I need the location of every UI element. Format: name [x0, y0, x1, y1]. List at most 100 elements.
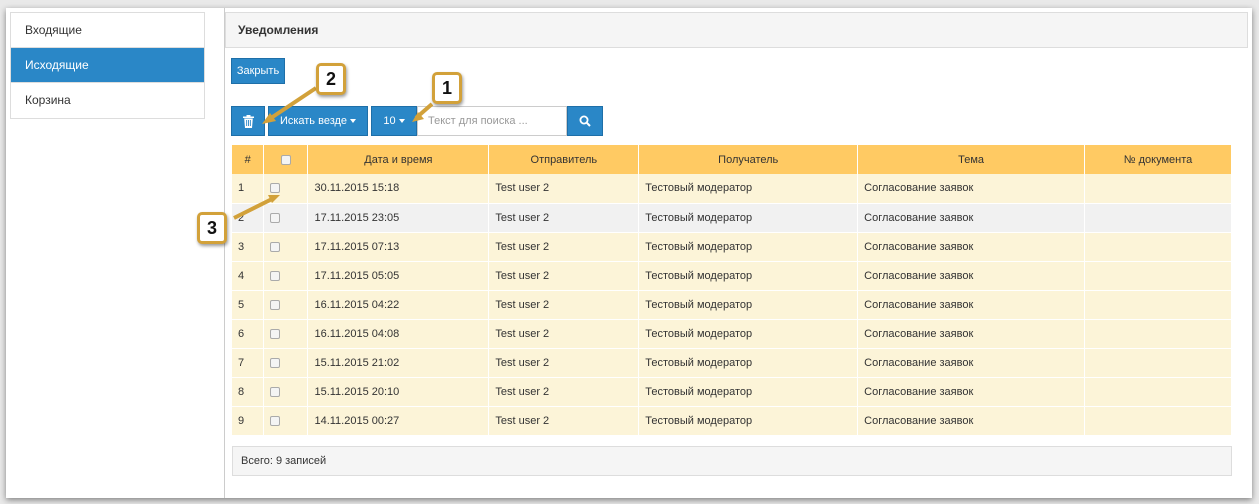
sidebar-item-outbox[interactable]: Исходящие — [11, 48, 204, 83]
row-sender: Test user 2 — [488, 319, 640, 349]
row-checkbox[interactable] — [270, 270, 281, 281]
col-index: # — [232, 145, 265, 174]
select-all-checkbox[interactable] — [280, 154, 291, 165]
row-doc-number — [1084, 232, 1232, 262]
table-row[interactable]: 7 15.11.2015 21:02 Test user 2 Тестовый … — [232, 348, 1232, 378]
row-subject: Согласование заявок — [857, 261, 1086, 291]
row-recipient: Тестовый модератор — [638, 406, 859, 436]
row-checkbox[interactable] — [270, 357, 281, 368]
row-checkbox[interactable] — [270, 241, 281, 252]
table-row[interactable]: 6 16.11.2015 04:08 Test user 2 Тестовый … — [232, 319, 1232, 349]
row-select-cell — [263, 232, 309, 262]
row-doc-number — [1084, 348, 1232, 378]
table-header-row: # Дата и время Отправитель Получатель Те… — [232, 145, 1232, 174]
row-recipient: Тестовый модератор — [638, 232, 859, 262]
row-recipient: Тестовый модератор — [638, 290, 859, 320]
row-doc-number — [1084, 406, 1232, 436]
row-doc-number — [1084, 261, 1232, 291]
row-recipient: Тестовый модератор — [638, 203, 859, 233]
table-row[interactable]: 3 17.11.2015 07:13 Test user 2 Тестовый … — [232, 232, 1232, 262]
page-size-dropdown[interactable]: 10 — [371, 106, 417, 136]
notifications-table: # Дата и время Отправитель Получатель Те… — [232, 145, 1232, 436]
row-subject: Согласование заявок — [857, 319, 1086, 349]
search-scope-dropdown[interactable]: Искать везде — [268, 106, 368, 136]
row-subject: Согласование заявок — [857, 203, 1086, 233]
table-row[interactable]: 9 14.11.2015 00:27 Test user 2 Тестовый … — [232, 406, 1232, 436]
row-datetime: 15.11.2015 21:02 — [307, 348, 490, 378]
callout-3: 3 — [197, 212, 227, 244]
callout-2: 2 — [316, 63, 346, 95]
callout-1: 1 — [432, 72, 462, 104]
row-select-cell — [263, 174, 309, 204]
table-row[interactable]: 1 30.11.2015 15:18 Test user 2 Тестовый … — [232, 174, 1232, 204]
page-size-label: 10 — [383, 115, 396, 127]
row-index: 3 — [232, 232, 265, 262]
search-scope-label: Искать везде — [279, 115, 348, 127]
col-datetime[interactable]: Дата и время — [307, 145, 490, 174]
delete-button[interactable] — [231, 106, 265, 136]
row-recipient: Тестовый модератор — [638, 319, 859, 349]
row-subject: Согласование заявок — [857, 290, 1086, 320]
divider — [224, 8, 225, 498]
row-doc-number — [1084, 174, 1232, 204]
caret-down-icon — [398, 119, 405, 124]
row-datetime: 17.11.2015 05:05 — [307, 261, 490, 291]
row-checkbox[interactable] — [270, 386, 281, 397]
row-select-cell — [263, 406, 309, 436]
col-doc-number[interactable]: № документа — [1084, 145, 1232, 174]
page-title: Уведомления — [225, 12, 1248, 48]
row-datetime: 15.11.2015 20:10 — [307, 377, 490, 407]
row-select-cell — [263, 348, 309, 378]
close-button[interactable]: Закрыть — [231, 58, 285, 84]
sidebar: Входящие Исходящие Корзина — [10, 12, 205, 119]
row-index: 4 — [232, 261, 265, 291]
table-row[interactable]: 5 16.11.2015 04:22 Test user 2 Тестовый … — [232, 290, 1232, 320]
row-index: 6 — [232, 319, 265, 349]
row-recipient: Тестовый модератор — [638, 261, 859, 291]
row-index: 2 — [232, 203, 265, 233]
row-checkbox[interactable] — [270, 212, 281, 223]
row-doc-number — [1084, 319, 1232, 349]
row-recipient: Тестовый модератор — [638, 348, 859, 378]
row-index: 5 — [232, 290, 265, 320]
row-sender: Test user 2 — [488, 348, 640, 378]
row-select-cell — [263, 319, 309, 349]
row-select-cell — [263, 261, 309, 291]
row-checkbox[interactable] — [270, 183, 281, 194]
col-subject[interactable]: Тема — [857, 145, 1086, 174]
row-checkbox[interactable] — [270, 415, 281, 426]
row-index: 9 — [232, 406, 265, 436]
row-datetime: 16.11.2015 04:22 — [307, 290, 490, 320]
row-datetime: 14.11.2015 00:27 — [307, 406, 490, 436]
row-index: 7 — [232, 348, 265, 378]
row-index: 1 — [232, 174, 265, 204]
row-subject: Согласование заявок — [857, 406, 1086, 436]
col-recipient[interactable]: Получатель — [638, 145, 859, 174]
row-sender: Test user 2 — [488, 203, 640, 233]
row-doc-number — [1084, 290, 1232, 320]
col-sender[interactable]: Отправитель — [488, 145, 640, 174]
row-doc-number — [1084, 203, 1232, 233]
row-subject: Согласование заявок — [857, 348, 1086, 378]
sidebar-item-inbox[interactable]: Входящие — [11, 13, 204, 48]
row-recipient: Тестовый модератор — [638, 174, 859, 204]
row-select-cell — [263, 290, 309, 320]
row-checkbox[interactable] — [270, 328, 281, 339]
search-button[interactable] — [567, 106, 603, 136]
row-subject: Согласование заявок — [857, 232, 1086, 262]
row-datetime: 17.11.2015 23:05 — [307, 203, 490, 233]
row-sender: Test user 2 — [488, 232, 640, 262]
col-select — [263, 145, 309, 174]
table-row[interactable]: 8 15.11.2015 20:10 Test user 2 Тестовый … — [232, 377, 1232, 407]
row-subject: Согласование заявок — [857, 174, 1086, 204]
table-row[interactable]: 4 17.11.2015 05:05 Test user 2 Тестовый … — [232, 261, 1232, 291]
search-icon — [579, 115, 591, 127]
row-select-cell — [263, 377, 309, 407]
sidebar-item-trash[interactable]: Корзина — [11, 83, 204, 118]
row-select-cell — [263, 203, 309, 233]
row-index: 8 — [232, 377, 265, 407]
row-sender: Test user 2 — [488, 174, 640, 204]
search-input[interactable] — [417, 106, 567, 136]
table-row[interactable]: 2 17.11.2015 23:05 Test user 2 Тестовый … — [232, 203, 1232, 233]
row-checkbox[interactable] — [270, 299, 281, 310]
